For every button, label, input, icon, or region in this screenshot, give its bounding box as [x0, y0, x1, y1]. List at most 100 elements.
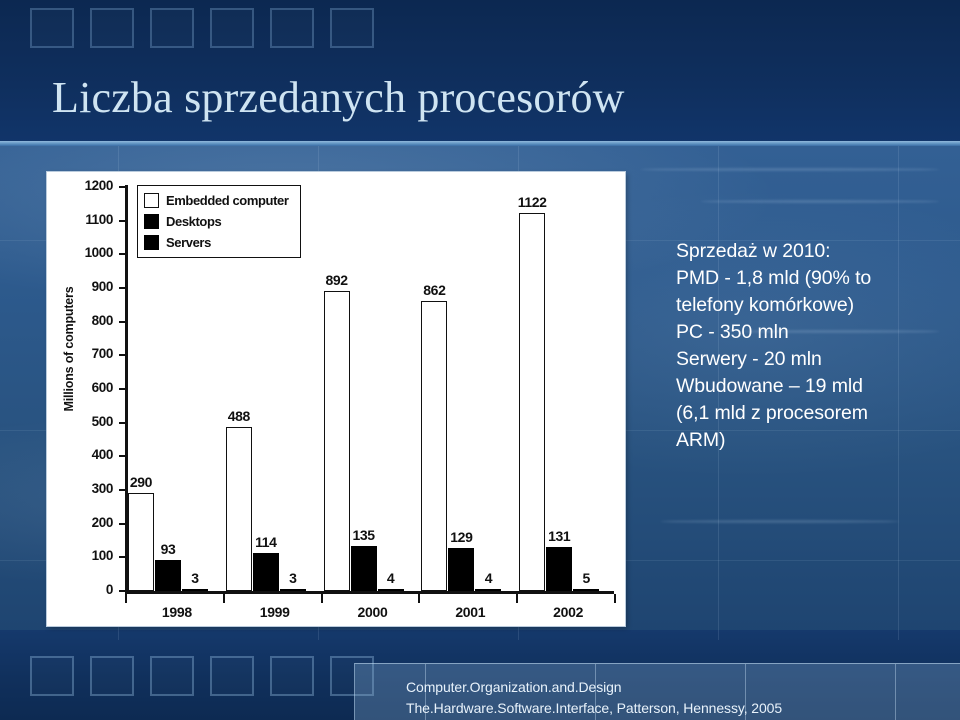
bar-value-label: 131: [548, 527, 571, 544]
chart-panel: Millions of computers Embedded computer D…: [47, 172, 625, 626]
bar-value-label: 3: [191, 570, 199, 586]
side-note: Sprzedaż w 2010: PMD - 1,8 mld (90% to tel…: [676, 238, 944, 454]
side-note-line: ARM): [676, 429, 726, 451]
footer-line-1: Computer.Organization.and.Design: [406, 679, 622, 695]
bar-embedded-2000: [323, 290, 350, 591]
decor-square: [150, 656, 194, 696]
x-axis-tick-label: 1999: [259, 604, 290, 620]
footer-gridline: [895, 664, 896, 720]
bar-value-label: 4: [484, 570, 493, 586]
side-note-line: Sprzedaż w 2010:: [676, 240, 831, 262]
y-axis-tick-label: 900: [91, 279, 114, 294]
decor-square: [30, 8, 74, 48]
bar-value-label: 4: [386, 570, 395, 586]
x-axis-tick: [222, 594, 225, 603]
y-axis-tick-label: 500: [91, 413, 114, 429]
y-axis-tick: [119, 287, 126, 289]
bar-value-label: 1122: [517, 194, 547, 211]
y-axis-tick-label: 800: [91, 312, 114, 328]
bar-servers-2001: [475, 589, 502, 591]
decor-square: [150, 8, 194, 48]
y-axis-tick: [119, 522, 126, 525]
x-axis-tick: [516, 594, 519, 603]
bar-servers-2002: [573, 589, 600, 591]
bar-value-label: 862: [423, 281, 446, 298]
bar-value-label: 5: [582, 570, 590, 586]
y-axis-tick: [119, 590, 126, 592]
bar-value-label: 129: [450, 528, 473, 545]
bar-value-label: 290: [129, 474, 153, 491]
y-axis-tick-label: 0: [105, 582, 114, 597]
bar-embedded-1999: [225, 426, 252, 591]
x-axis-tick: [418, 594, 421, 603]
y-axis-tick: [119, 354, 126, 357]
background-wave: [660, 520, 900, 523]
y-axis-tick: [119, 455, 126, 458]
decor-square: [270, 656, 314, 696]
background-wave: [700, 200, 940, 203]
bar-value-label: 135: [352, 526, 376, 543]
side-note-line: Serwery - 20 mln: [676, 348, 822, 370]
footer-line-2: The.Hardware.Software.Interface, Patters…: [406, 700, 783, 716]
bar-chart: Millions of computers Embedded computer D…: [47, 172, 625, 626]
y-axis-tick-label: 700: [91, 346, 114, 362]
x-axis-tick-label: 1998: [161, 604, 192, 620]
y-axis-tick: [119, 219, 126, 222]
y-axis-tick: [119, 421, 126, 424]
side-note-line: (6,1 mld z procesorem: [676, 402, 868, 424]
y-axis-tick-label: 1100: [85, 211, 113, 227]
bar-value-label: 93: [160, 540, 176, 557]
background-wave: [640, 168, 940, 171]
decor-square: [270, 8, 314, 48]
bar-value-label: 3: [289, 570, 297, 586]
y-axis-tick-label: 200: [91, 514, 114, 530]
chart-legend: Embedded computer Desktops Servers: [137, 185, 301, 258]
x-axis-tick-label: 2001: [455, 604, 486, 620]
y-axis-tick-label: 300: [91, 481, 114, 496]
bar-value-label: 488: [227, 407, 251, 424]
footer-attribution: Computer.Organization.and.Design The.Har…: [406, 677, 782, 719]
legend-swatch-icon: [144, 214, 159, 229]
bar-embedded-2001: [421, 300, 448, 591]
bar-servers-1998: [182, 589, 208, 591]
y-axis-tick: [119, 253, 126, 256]
x-axis-tick: [614, 594, 616, 603]
x-axis-line: [125, 591, 614, 594]
side-note-line: Wbudowane – 19 mld: [676, 375, 863, 397]
legend-label: Servers: [166, 235, 211, 250]
decor-squares-bottom: [30, 656, 374, 696]
decor-square: [90, 656, 134, 696]
y-axis-tick-label: 1200: [84, 178, 114, 193]
page-title: Liczba sprzedanych procesorów: [52, 73, 625, 122]
x-axis-tick-label: 2002: [553, 604, 584, 620]
side-note-line: telefony komórkowe): [676, 294, 855, 316]
legend-item: Embedded computer: [144, 190, 300, 211]
y-axis-tick-label: 600: [91, 380, 114, 395]
x-axis-tick: [125, 594, 127, 603]
y-axis-tick-label: 400: [91, 447, 114, 463]
bar-servers-2000: [377, 589, 404, 591]
decor-square: [30, 656, 74, 696]
y-axis-tick: [119, 388, 126, 390]
header-divider-line: [0, 141, 960, 146]
y-axis-tick: [119, 320, 126, 323]
legend-swatch-icon: [144, 193, 159, 208]
legend-item: Desktops: [144, 211, 300, 232]
legend-item: Servers: [144, 232, 300, 253]
y-axis-tick-label: 100: [91, 548, 114, 564]
bar-value-label: 114: [255, 533, 277, 550]
x-axis-tick: [320, 594, 323, 603]
bar-value-label: 892: [325, 271, 349, 288]
decor-square: [210, 8, 254, 48]
legend-label: Embedded computer: [166, 193, 289, 208]
y-axis-tick-label: 1000: [84, 245, 114, 261]
legend-label: Desktops: [166, 214, 222, 229]
y-axis-tick: [119, 556, 126, 559]
y-axis-tick: [119, 186, 126, 188]
legend-swatch-icon: [144, 235, 159, 250]
side-note-line: PMD - 1,8 mld (90% to: [676, 267, 872, 289]
slide: Liczba sprzedanych procesorów Millions o…: [0, 0, 960, 720]
decor-square: [210, 656, 254, 696]
decor-square: [90, 8, 134, 48]
decor-squares-top: [30, 8, 374, 48]
